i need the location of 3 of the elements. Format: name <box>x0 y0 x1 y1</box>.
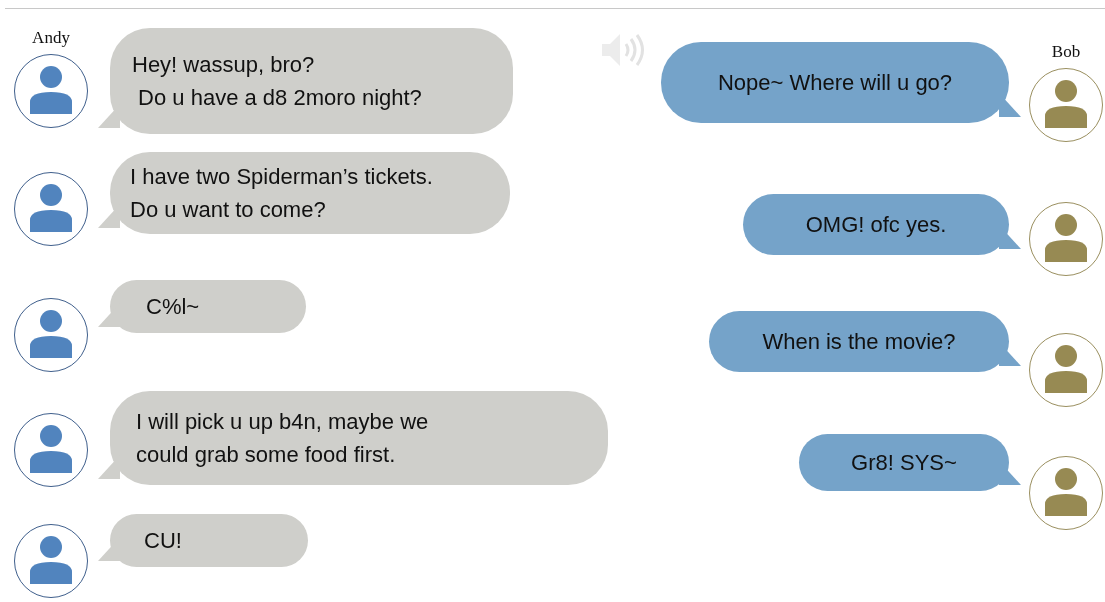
sender-name: Bob <box>1051 42 1081 62</box>
speaker-icon[interactable] <box>600 32 646 68</box>
sender-name: Andy <box>32 28 70 48</box>
